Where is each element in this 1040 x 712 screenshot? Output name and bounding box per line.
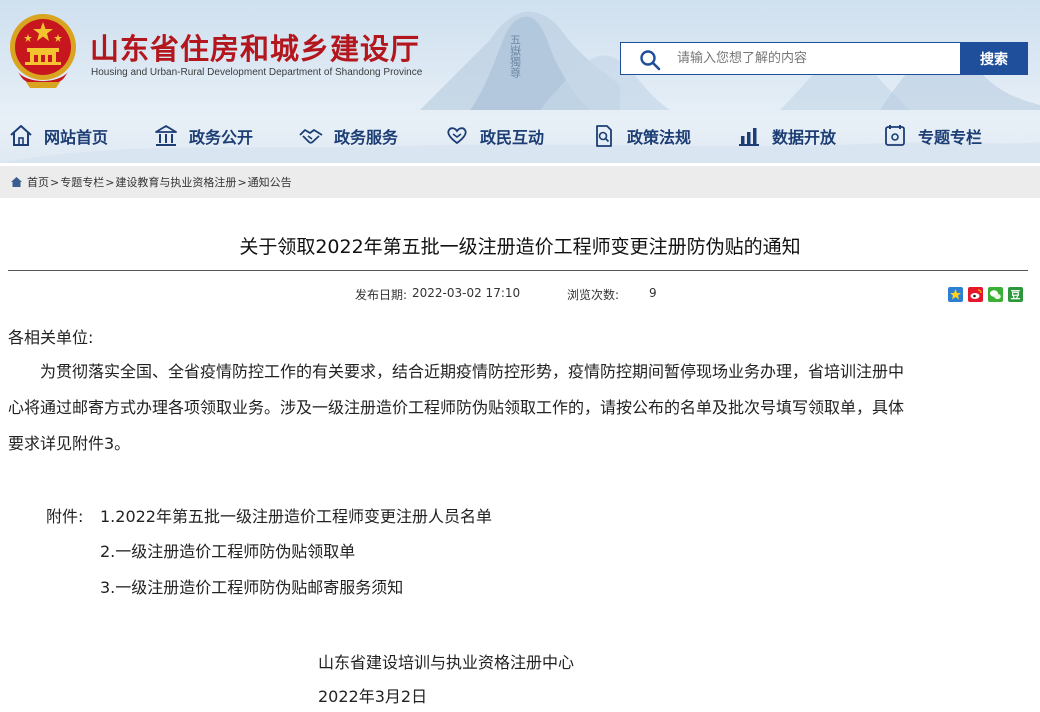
breadcrumb-separator: > [50,175,60,189]
handshake-icon [299,129,323,144]
nav-label: 政务公开 [189,128,254,147]
heart-hands-icon [447,127,467,145]
nav-label: 网站首页 [44,128,109,147]
site-subtitle: Housing and Urban-Rural Development Depa… [91,67,423,78]
view-count: 9 [649,286,657,300]
breadcrumb: 首页 > 专题专栏 > 建设教育与执业资格注册 > 通知公告 [0,166,1040,198]
nav-label: 政策法规 [627,128,692,147]
site-header: 五嶽獨尊 山东省住房和城乡建设厅 Housing and Urban-Rural… [0,0,1040,163]
home-icon [10,125,32,146]
breadcrumb-separator: > [237,175,247,189]
special-topic-icon [885,125,905,146]
body-line: 要求详见附件3。 [8,434,131,453]
svg-text:五嶽獨尊: 五嶽獨尊 [509,34,522,79]
article-title: 关于领取2022年第五批一级注册造价工程师变更注册防伪贴的通知 [239,236,801,258]
nav-item-government-affairs[interactable]: 政务公开 [153,116,253,156]
nav-item-government-services[interactable]: 政务服务 [298,116,398,156]
nav-item-policies-regulations[interactable]: 政策法规 [591,116,691,156]
qzone-icon[interactable] [948,287,963,302]
site-title: 山东省住房和城乡建设厅 [90,32,421,66]
weibo-icon[interactable] [968,287,983,302]
nav-item-public-interaction[interactable]: 政民互动 [444,116,544,156]
nav-label: 政民互动 [480,128,545,147]
wechat-icon[interactable] [988,287,1003,302]
breadcrumb-separator: > [105,175,115,189]
body-line: 为贯彻落实全国、全省疫情防控工作的有关要求，结合近期疫情防控形势，疫情防控期间暂… [8,362,905,381]
nav-item-home[interactable]: 网站首页 [8,116,108,156]
douban-icon[interactable]: 豆 [1008,287,1023,302]
search-button[interactable]: 搜索 [960,42,1028,75]
salutation: 各相关单位: [8,328,94,347]
document-search-icon [596,125,612,147]
search-icon[interactable] [639,49,661,71]
government-building-icon [155,125,177,146]
home-icon [11,177,22,187]
body-line: 心将通过邮寄方式办理各项领取业务。涉及一级注册造价工程师防伪贴领取工作的，请按公… [8,398,905,417]
attachments-label: 附件: [46,507,84,526]
svg-text:豆: 豆 [1011,290,1021,302]
nav-label: 专题专栏 [918,128,983,147]
publish-date-label: 发布日期: [355,288,408,302]
nav-item-open-data[interactable]: 数据开放 [736,116,836,156]
breadcrumb-education-registration[interactable]: 建设教育与执业资格注册 [115,174,236,190]
search-box [620,42,960,75]
breadcrumb-special-topics[interactable]: 专题专栏 [60,174,104,190]
attachment-link[interactable]: 1.2022年第五批一级注册造价工程师变更注册人员名单 [100,499,700,535]
attachment-link[interactable]: 2.一级注册造价工程师防伪贴领取单 [100,534,700,570]
main-nav: 网站首页 政务公开 政务服务 政民互动 政策法规 数据开放 专题专栏 [0,116,1040,156]
title-divider [8,270,1028,271]
nav-label: 政务服务 [334,128,399,147]
nav-label: 数据开放 [772,128,837,147]
national-emblem-logo [10,14,76,88]
bar-chart-icon [739,128,759,146]
breadcrumb-notices[interactable]: 通知公告 [248,174,292,190]
view-count-label: 浏览次数: [567,288,620,302]
signature-organization: 山东省建设培训与执业资格注册中心 [318,653,575,672]
attachment-link[interactable]: 3.一级注册造价工程师防伪贴邮寄服务须知 [100,570,700,606]
search-input[interactable] [677,43,957,74]
breadcrumb-home[interactable]: 首页 [27,174,49,190]
nav-item-special-topics[interactable]: 专题专栏 [882,116,982,156]
signature-date: 2022年3月2日 [318,687,428,706]
publish-date: 2022-03-02 17:10 [412,286,521,300]
